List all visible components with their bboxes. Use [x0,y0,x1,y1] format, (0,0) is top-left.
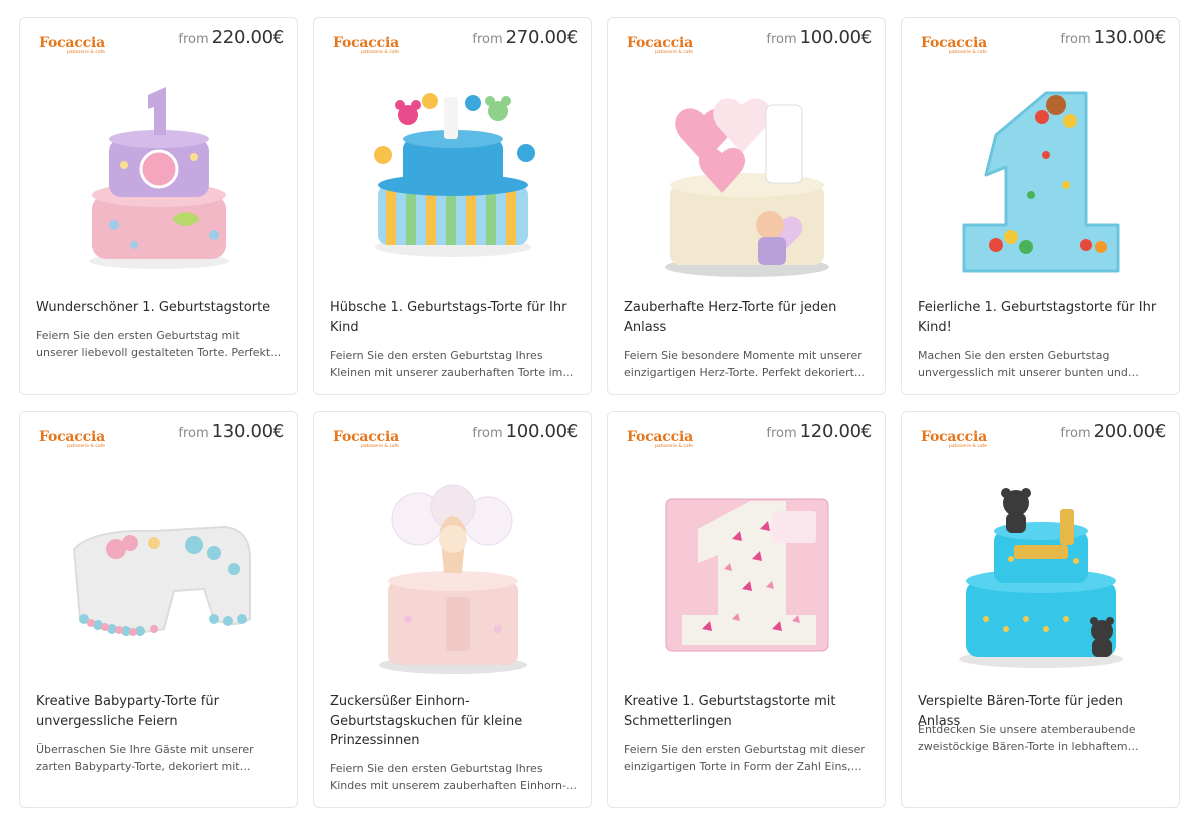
price-amount: 130.00€ [1093,27,1167,48]
product-title[interactable]: Hübsche 1. Geburtstags-Torte für Ihr Kin… [330,298,575,337]
brand-logo: Focaccia patisserie & cafe [333,430,399,450]
product-card[interactable]: Focaccia patisserie & cafe from 120.00€ K… [607,411,886,808]
brand-logo: Focaccia patisserie & cafe [39,36,105,56]
product-description: Feiern Sie den ersten Geburtstag Ihres K… [330,349,563,379]
product-title[interactable]: Zauberhafte Herz-Torte für jeden Anlass [624,298,869,337]
brand-logo: Focaccia patisserie & cafe [921,36,987,56]
price-amount: 100.00€ [505,421,579,442]
brand-tagline: patisserie & cafe [655,50,693,55]
product-card[interactable]: Focaccia patisserie & cafe from200.00€ [901,411,1180,808]
brand-logo: Focaccia patisserie & cafe [627,36,693,56]
price-amount: 270.00€ [505,27,579,48]
mickey-striped-cake-image [373,93,535,257]
butterfly-number-one-cake-image [665,498,828,652]
brand-logo: Focaccia patisserie & cafe [333,36,399,56]
product-description: Überraschen Sie Ihre Gäste mit unserer z… [36,743,254,773]
product-price: from 120.00€ [766,421,872,442]
price-prefix: from [766,32,797,47]
product-price: from 100.00€ [472,421,578,442]
brand-tagline: patisserie & cafe [67,50,105,55]
brand-logo: Focaccia patisserie & cafe [921,430,987,450]
product-price: from 200.00€ [1060,421,1166,442]
product-price: from 270.00€ [472,27,578,48]
price-prefix: from [472,32,503,47]
product-image[interactable] [628,464,865,684]
product-price: from 100.00€ [766,27,872,48]
number-one-blue-cake-image [962,91,1119,273]
product-image[interactable] [334,70,571,290]
purple-pink-birthday-cake-image [88,87,229,269]
product-price: from 130.00€ [178,421,284,442]
price-prefix: from [472,426,503,441]
price-prefix: from [178,32,209,47]
brand-name: Focaccia [921,429,987,445]
product-title[interactable]: Feierliche 1. Geburtstagstorte für Ihr K… [918,298,1163,337]
product-description: Entdecken Sie unsere atemberaubende zwei… [918,723,1136,753]
price-amount: 120.00€ [799,421,873,442]
brand-name: Focaccia [39,429,105,445]
brand-logo: Focaccia patisserie & cafe [39,430,105,450]
price-prefix: from [1060,32,1091,47]
brand-tagline: patisserie & cafe [361,50,399,55]
product-description: Machen Sie den ersten Geburtstag unverge… [918,349,1139,379]
brand-name: Focaccia [921,35,987,51]
product-title[interactable]: Kreative 1. Geburtstagstorte mit Schmett… [624,692,869,731]
product-title[interactable]: Zuckersüßer Einhorn-Geburtstagskuchen fü… [330,692,575,751]
brand-logo: Focaccia patisserie & cafe [627,430,693,450]
product-card[interactable]: Focaccia patisserie & cafe from 100.00€ Z… [607,17,886,395]
price-prefix: from [766,426,797,441]
product-description: Feiern Sie den ersten Geburtstag mit uns… [36,329,271,359]
product-card[interactable]: Focaccia patisserie & cafe from 130.00€ K… [19,411,298,808]
product-description: Feiern Sie den ersten Geburtstag Ihres K… [330,762,566,792]
brand-tagline: patisserie & cafe [949,50,987,55]
product-title[interactable]: Kreative Babyparty-Torte für unvergessli… [36,692,281,731]
brand-name: Focaccia [627,429,693,445]
product-image[interactable] [40,464,277,684]
product-image[interactable] [40,70,277,290]
product-description: Feiern Sie besondere Momente mit unserer… [624,349,862,379]
price-prefix: from [1060,426,1091,441]
product-image[interactable] [922,464,1159,684]
blue-bear-cake-image [958,488,1123,668]
brand-tagline: patisserie & cafe [361,444,399,449]
price-amount: 100.00€ [799,27,873,48]
product-image[interactable] [922,70,1159,290]
product-price: from 130.00€ [1060,27,1166,48]
product-price: from 220.00€ [178,27,284,48]
price-prefix: from [178,426,209,441]
brand-tagline: patisserie & cafe [949,444,987,449]
product-image[interactable] [628,70,865,290]
price-amount: 130.00€ [211,421,285,442]
brand-name: Focaccia [627,35,693,51]
product-card[interactable]: Focaccia patisserie & cafe from 220.00€ W… [19,17,298,395]
product-grid: Focaccia patisserie & cafe from 220.00€ W… [19,17,1180,808]
price-amount: 220.00€ [211,27,285,48]
product-description: Feiern Sie den ersten Geburtstag mit die… [624,743,865,773]
brand-tagline: patisserie & cafe [655,444,693,449]
babyparty-shaped-cake-image [72,525,251,636]
brand-name: Focaccia [333,429,399,445]
price-amount: 200.00€ [1093,421,1167,442]
brand-name: Focaccia [39,35,105,51]
heart-cookie-cake-image [664,98,829,277]
brand-name: Focaccia [333,35,399,51]
product-card[interactable]: Focaccia patisserie & cafe from 100.00€ Z… [313,411,592,808]
product-title[interactable]: Wunderschöner 1. Geburtstagstorte [36,298,281,318]
brand-tagline: patisserie & cafe [67,444,105,449]
unicorn-pink-cake-image [378,484,527,674]
product-image[interactable] [334,464,571,684]
product-card[interactable]: Focaccia patisserie & cafe from 130.00€ F… [901,17,1180,395]
product-card[interactable]: Focaccia patisserie & cafe from270.00€ [313,17,592,395]
